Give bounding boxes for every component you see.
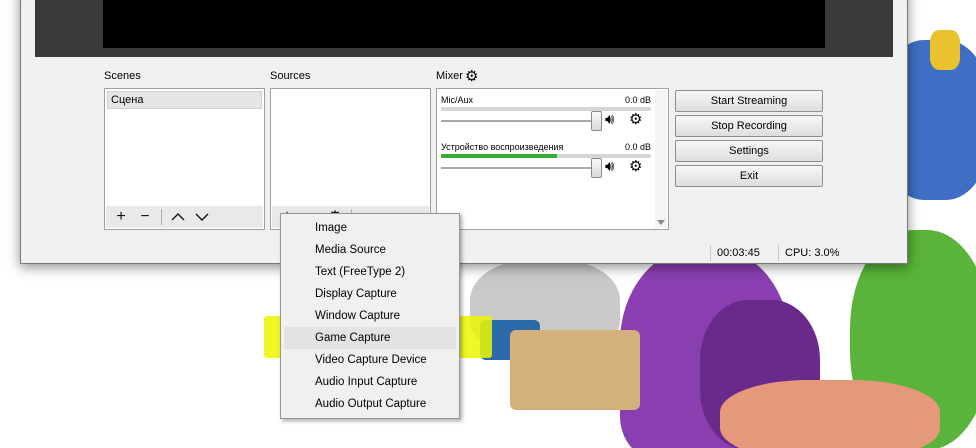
orange-cloth-shape — [720, 380, 940, 448]
obs-window: Scenes Сцена + − Sources + − ⚙ — [20, 0, 908, 264]
status-bar: 00:03:45 CPU: 3.0% — [21, 241, 907, 263]
exit-button[interactable]: Exit — [675, 165, 823, 187]
channel-db: 0.0 dB — [624, 95, 651, 105]
mixer-scrollbar[interactable] — [655, 90, 667, 228]
speaker-icon[interactable]: 🔊︎ — [605, 159, 614, 175]
menu-item-audio-output-capture[interactable]: Audio Output Capture — [284, 393, 456, 415]
menu-item-window-capture[interactable]: Window Capture — [284, 305, 456, 327]
preview-area — [35, 0, 893, 57]
channel-name: Mic/Aux — [441, 95, 474, 105]
cpu-usage: CPU: 3.0% — [778, 245, 839, 261]
add-scene-button[interactable]: + — [110, 207, 132, 227]
menu-item-image[interactable]: Image — [284, 217, 456, 239]
settings-button[interactable]: Settings — [675, 140, 823, 162]
start-streaming-button[interactable]: Start Streaming — [675, 90, 823, 112]
volume-meter — [441, 107, 651, 111]
remove-scene-button[interactable]: − — [134, 207, 156, 227]
stop-recording-button[interactable]: Stop Recording — [675, 115, 823, 137]
recording-time: 00:03:45 — [710, 245, 760, 261]
channel-gear-icon[interactable]: ⚙ — [629, 112, 642, 128]
volume-slider-handle[interactable] — [591, 111, 602, 131]
menu-item-display-capture[interactable]: Display Capture — [284, 283, 456, 305]
volume-slider-track[interactable] — [441, 120, 595, 122]
move-down-icon[interactable] — [191, 207, 213, 227]
preview-canvas[interactable] — [103, 0, 825, 48]
speaker-icon[interactable]: 🔊︎ — [605, 112, 614, 128]
toolbar-separator — [161, 209, 162, 225]
sources-label: Sources — [270, 70, 311, 82]
scenes-list[interactable]: Сцена + − — [104, 88, 265, 230]
add-source-context-menu: Image Media Source Text (FreeType 2) Dis… — [280, 213, 460, 419]
menu-item-audio-input-capture[interactable]: Audio Input Capture — [284, 371, 456, 393]
yellow-accent-shape — [930, 30, 960, 70]
volume-slider-track[interactable] — [441, 167, 595, 169]
channel-gear-icon[interactable]: ⚙ — [629, 159, 642, 175]
move-up-icon[interactable] — [167, 207, 189, 227]
menu-item-video-capture-device[interactable]: Video Capture Device — [284, 349, 456, 371]
sources-list[interactable]: + − ⚙ — [270, 88, 431, 230]
cardboard-box-shape — [510, 330, 640, 410]
channel-name: Устройство воспроизведения — [441, 142, 564, 152]
scene-item[interactable]: Сцена — [107, 91, 262, 109]
channel-db: 0.0 dB — [624, 142, 651, 152]
mixer-panel: Mic/Aux 0.0 dB 🔊︎ ⚙ Устройство воспроизв… — [436, 88, 669, 230]
menu-item-text-freetype[interactable]: Text (FreeType 2) — [284, 261, 456, 283]
menu-item-game-capture[interactable]: Game Capture — [284, 327, 456, 349]
scenes-toolbar: + − — [106, 206, 263, 228]
volume-meter — [441, 154, 651, 158]
menu-item-media-source[interactable]: Media Source — [284, 239, 456, 261]
volume-slider-handle[interactable] — [591, 158, 602, 178]
scenes-label: Scenes — [104, 70, 141, 82]
mixer-gear-icon[interactable]: ⚙ — [465, 67, 478, 85]
mixer-label: Mixer — [436, 70, 463, 82]
